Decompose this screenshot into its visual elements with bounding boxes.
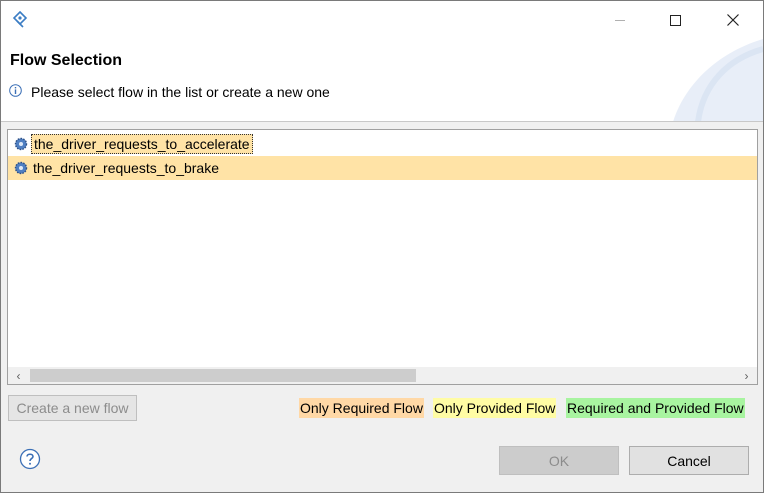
- create-flow-button[interactable]: Create a new flow: [8, 395, 137, 421]
- help-icon[interactable]: [19, 448, 41, 470]
- scroll-right-button[interactable]: ›: [738, 367, 755, 384]
- gear-flow-icon: [14, 137, 28, 151]
- horizontal-scrollbar[interactable]: ‹ ›: [8, 367, 757, 384]
- maximize-button[interactable]: [652, 1, 698, 39]
- minimize-icon: [615, 19, 625, 21]
- page-title: Flow Selection: [10, 52, 123, 69]
- cancel-button[interactable]: Cancel: [629, 446, 749, 475]
- header-message: Please select flow in the list or create…: [31, 84, 330, 100]
- legend-required-flow: Only Required Flow: [299, 398, 424, 418]
- info-icon: [9, 84, 22, 97]
- capella-app-icon: [12, 11, 28, 28]
- flow-selection-dialog: Flow Selection Please select flow in the…: [0, 0, 764, 493]
- maximize-icon: [669, 14, 681, 26]
- list-item[interactable]: the_driver_requests_to_brake: [8, 156, 757, 180]
- list-item-label: the_driver_requests_to_accelerate: [31, 134, 253, 154]
- title-bar: [1, 1, 763, 39]
- legend-required-provided-flow: Required and Provided Flow: [566, 398, 745, 418]
- banner-decoration: [673, 39, 763, 121]
- scroll-left-button[interactable]: ‹: [10, 367, 27, 384]
- minimize-button[interactable]: [597, 1, 643, 39]
- scroll-thumb[interactable]: [30, 369, 416, 382]
- ok-button[interactable]: OK: [499, 446, 619, 475]
- flow-list[interactable]: the_driver_requests_to_accelerate the_dr…: [7, 129, 758, 385]
- close-icon: [727, 14, 739, 26]
- list-item-label: the_driver_requests_to_brake: [33, 160, 220, 176]
- legend-provided-flow: Only Provided Flow: [433, 398, 557, 418]
- dialog-header: Flow Selection Please select flow in the…: [1, 39, 763, 122]
- close-button[interactable]: [710, 1, 756, 39]
- list-item[interactable]: the_driver_requests_to_accelerate: [8, 132, 757, 156]
- gear-flow-icon: [14, 161, 28, 175]
